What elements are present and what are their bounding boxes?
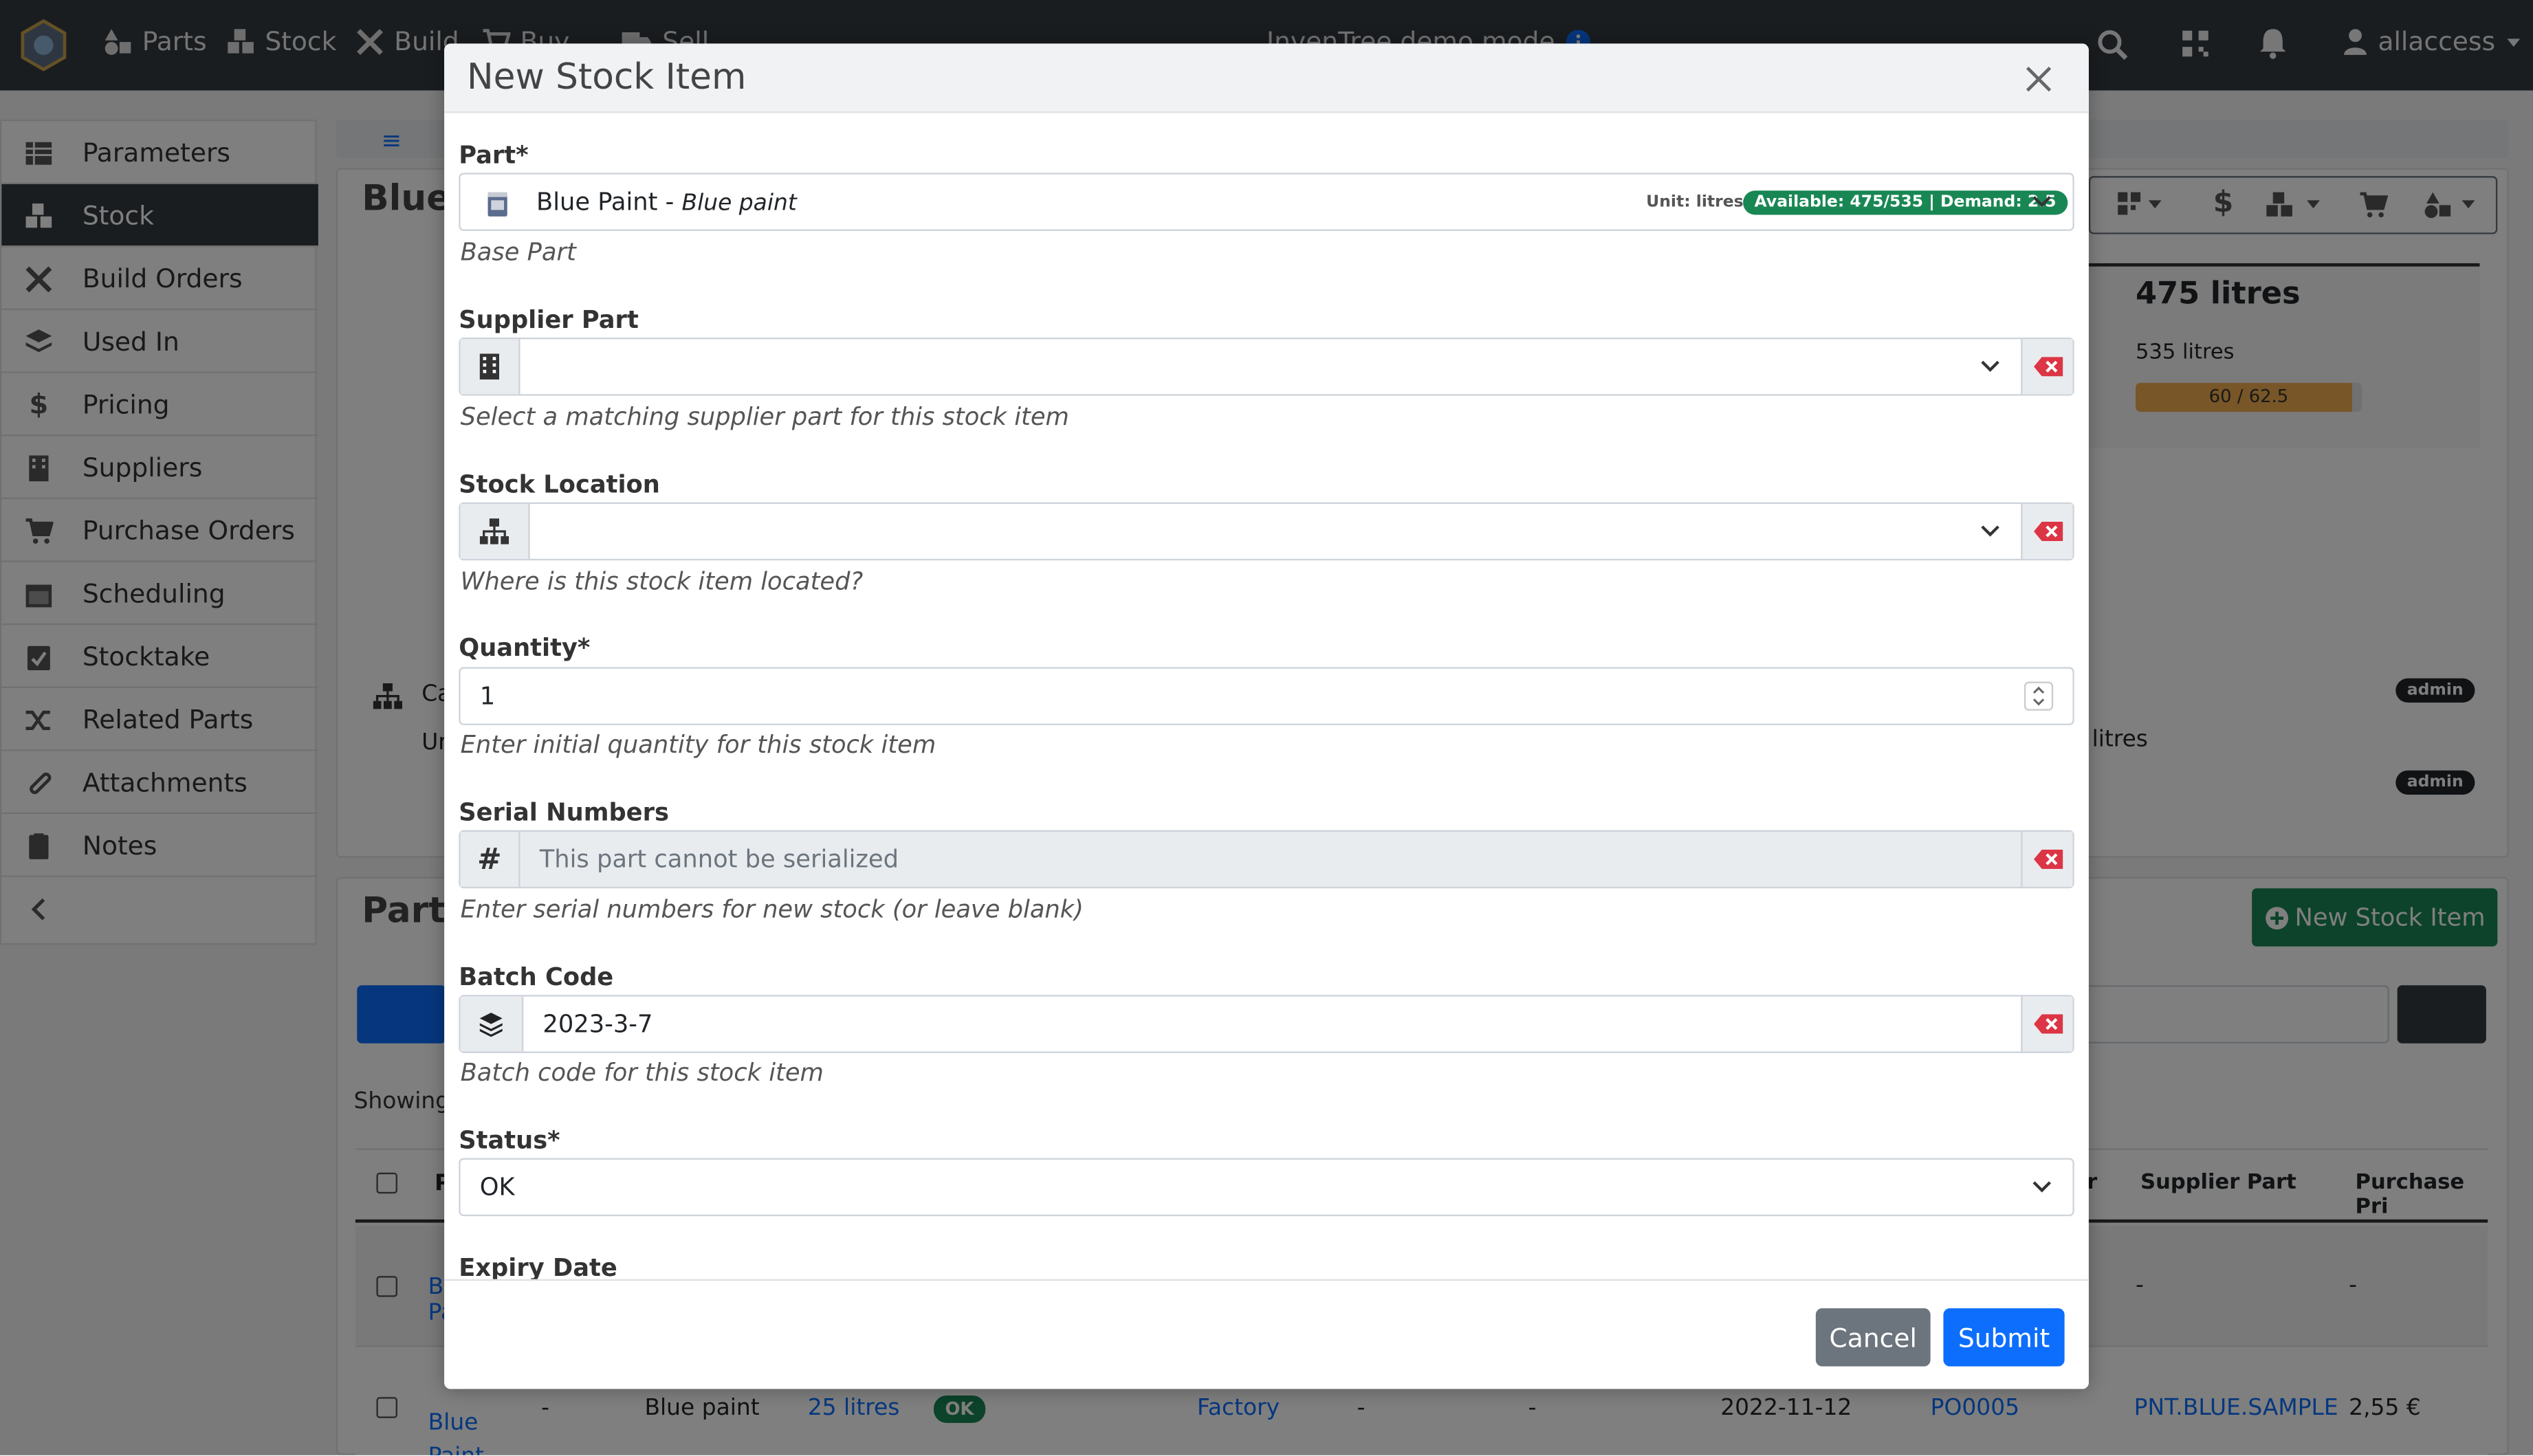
stock-location-help-text: Where is this stock item located? <box>460 566 864 596</box>
backspace-icon <box>2032 849 2063 870</box>
quantity-field-label: Quantity* <box>459 633 591 663</box>
clear-supplier-part-button[interactable] <box>2021 339 2073 395</box>
status-field-label: Status* <box>459 1125 560 1155</box>
serial-numbers-help-text: Enter serial numbers for new stock (or l… <box>460 894 1084 924</box>
modal-footer: Cancel Submit <box>444 1279 2089 1389</box>
serial-numbers-input[interactable]: # This part cannot be serialized <box>459 830 2074 889</box>
backspace-icon <box>2032 1014 2063 1034</box>
backspace-icon <box>2032 521 2063 542</box>
supplier-part-help-text: Select a matching supplier part for this… <box>460 402 1069 432</box>
part-help-text: Base Part <box>460 237 576 267</box>
part-field-label: Part* <box>459 140 529 170</box>
chevron-down-icon <box>1981 360 1999 373</box>
serial-numbers-placeholder: This part cannot be serialized <box>539 844 899 874</box>
clear-batch-code-button[interactable] <box>2021 996 2073 1052</box>
quantity-help-text: Enter initial quantity for this stock it… <box>460 729 936 760</box>
batch-code-value: 2023-3-7 <box>542 1009 653 1039</box>
stock-location-field-label: Stock Location <box>459 470 660 499</box>
chevron-down-icon <box>1981 525 1999 537</box>
serial-numbers-field-label: Serial Numbers <box>459 797 669 827</box>
modal-header: New Stock Item <box>444 43 2089 113</box>
expiry-date-field-label: Expiry Date <box>459 1253 617 1283</box>
chevron-down-icon <box>2032 1181 2051 1193</box>
new-stock-item-modal: New Stock Item Part* Blue Paint - Blue p… <box>444 43 2089 1389</box>
stock-location-select[interactable] <box>459 502 2074 561</box>
quantity-value: 1 <box>479 681 496 711</box>
batch-code-help-text: Batch code for this stock item <box>460 1057 824 1088</box>
supplier-part-select[interactable] <box>459 338 2074 396</box>
batch-code-input[interactable]: 2023-3-7 <box>459 995 2074 1053</box>
backspace-icon <box>2032 357 2063 377</box>
chevron-down-icon <box>2032 196 2051 208</box>
supplier-part-field-label: Supplier Part <box>459 305 639 335</box>
part-thumbnail-icon <box>485 189 511 218</box>
quantity-input[interactable]: 1 <box>459 667 2074 725</box>
cancel-button[interactable]: Cancel <box>1815 1308 1931 1367</box>
status-value: OK <box>479 1172 515 1202</box>
batch-code-field-label: Batch Code <box>459 962 614 992</box>
submit-button[interactable]: Submit <box>1943 1308 2065 1367</box>
hashtag-icon: # <box>460 831 520 887</box>
quantity-stepper[interactable] <box>2024 681 2054 711</box>
part-availability-badge: Available: 475/535 | Demand: 2.5 <box>1743 190 2068 215</box>
modal-title: New Stock Item <box>467 58 747 99</box>
part-name: Blue Paint - <box>536 187 682 217</box>
part-select[interactable]: Blue Paint - Blue paint Unit: litres Ava… <box>459 173 2074 231</box>
layers-icon <box>460 996 524 1052</box>
clear-serial-numbers-button[interactable] <box>2021 831 2073 887</box>
part-description: Blue paint <box>681 190 797 217</box>
sitemap-icon <box>460 504 530 559</box>
building-icon <box>460 339 520 395</box>
part-unit-label: Unit: litres <box>1646 193 1744 212</box>
close-icon[interactable] <box>2024 65 2053 93</box>
status-select[interactable]: OK <box>459 1158 2074 1217</box>
clear-stock-location-button[interactable] <box>2021 504 2073 559</box>
part-select-value: Blue Paint - Blue paint <box>536 188 797 217</box>
